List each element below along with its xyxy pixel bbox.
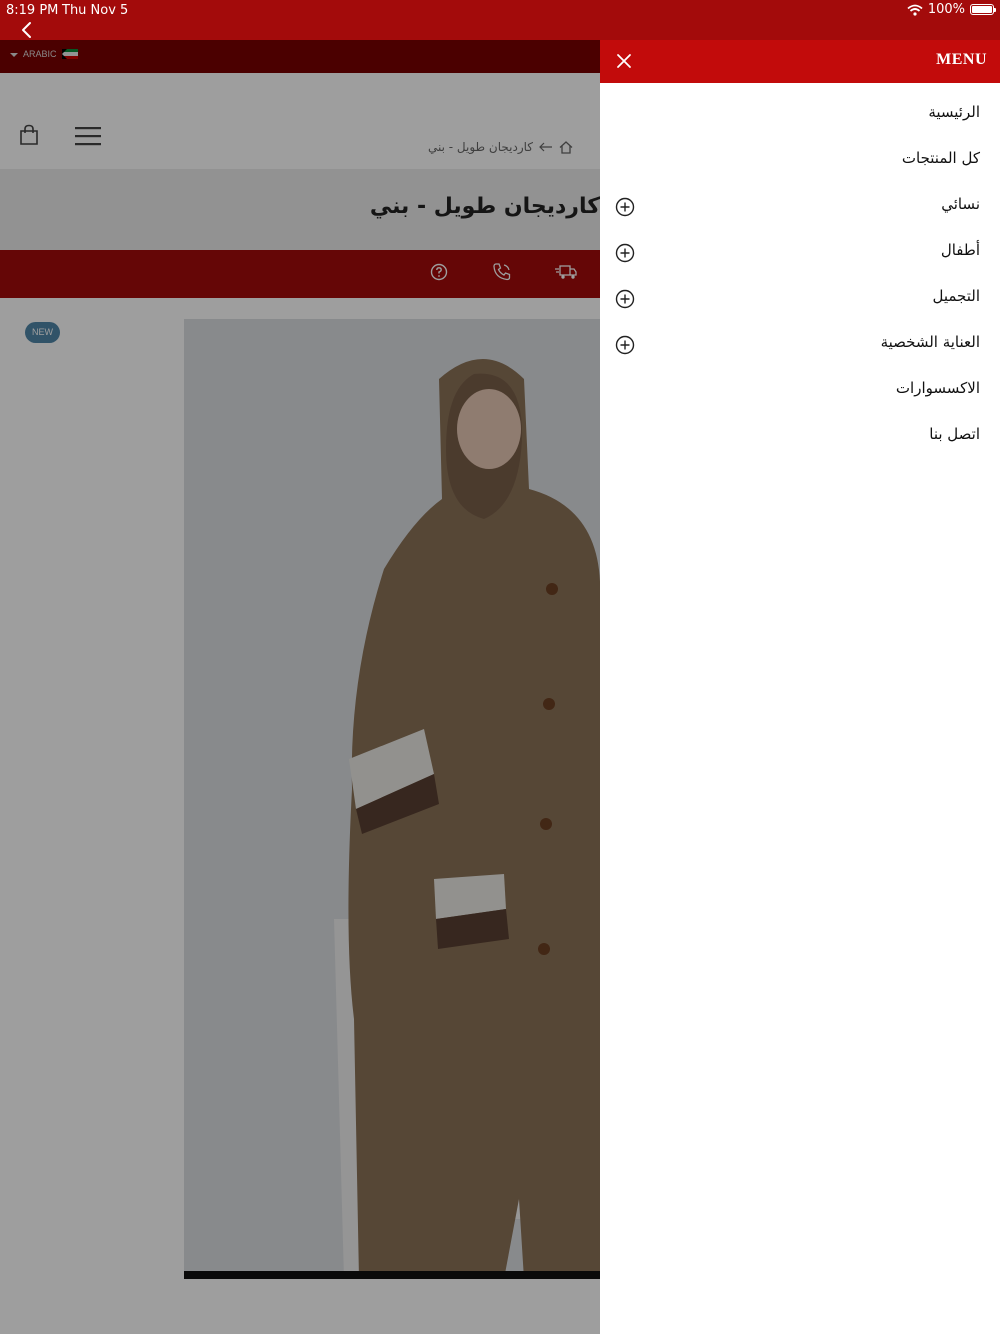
plus-circle-icon[interactable] — [615, 243, 635, 263]
menu-item-accessories[interactable]: الاكسسوارات — [600, 368, 1000, 414]
menu-item-beauty[interactable]: التجميل — [600, 276, 1000, 322]
battery-percent: 100% — [927, 2, 965, 17]
menu-item-all-products[interactable]: كل المنتجات — [600, 138, 1000, 184]
menu-item-personal-care[interactable]: العناية الشخصية — [600, 322, 1000, 368]
status-date: Thu Nov 5 — [62, 3, 129, 18]
battery-level — [972, 6, 992, 13]
menu-item-label: الرئيسية — [928, 103, 980, 121]
side-menu-drawer: MENU الرئيسية كل المنتجات نسائي أطفال التجمي… — [600, 40, 1000, 1334]
back-chevron-icon[interactable] — [18, 20, 38, 40]
drawer-backdrop[interactable] — [0, 40, 600, 1334]
drawer-title: MENU — [936, 51, 987, 68]
battery-icon — [970, 4, 996, 15]
status-time: 8:19 PM — [6, 3, 59, 18]
close-icon[interactable] — [614, 51, 634, 71]
menu-item-label: العناية الشخصية — [880, 333, 980, 351]
menu-list: الرئيسية كل المنتجات نسائي أطفال التجميل العن… — [600, 92, 1000, 460]
menu-item-label: الاكسسوارات — [895, 379, 980, 397]
menu-item-label: التجميل — [932, 287, 980, 305]
menu-item-kids[interactable]: أطفال — [600, 230, 1000, 276]
status-bar: 8:19 PM Thu Nov 5 100% — [0, 0, 1000, 40]
menu-item-home[interactable]: الرئيسية — [600, 92, 1000, 138]
menu-item-label: اتصل بنا — [929, 425, 980, 443]
wifi-icon — [907, 4, 923, 16]
drawer-header: MENU — [600, 40, 1000, 83]
plus-circle-icon[interactable] — [615, 197, 635, 217]
menu-item-label: نسائي — [941, 195, 980, 213]
menu-item-women[interactable]: نسائي — [600, 184, 1000, 230]
menu-item-label: أطفال — [940, 241, 980, 259]
menu-item-label: كل المنتجات — [901, 149, 980, 167]
status-indicators: 100% — [907, 2, 996, 17]
plus-circle-icon[interactable] — [615, 335, 635, 355]
plus-circle-icon[interactable] — [615, 289, 635, 309]
menu-item-contact-us[interactable]: اتصل بنا — [600, 414, 1000, 460]
